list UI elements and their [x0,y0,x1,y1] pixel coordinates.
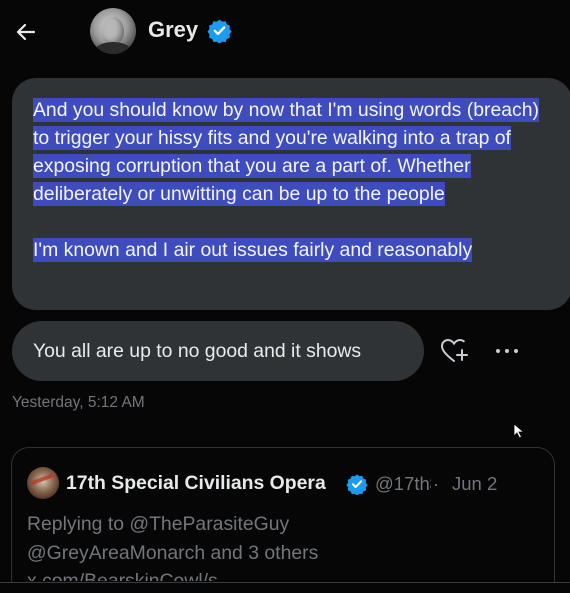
avatar[interactable] [90,8,136,54]
quoted-post-date[interactable]: Jun 2 [452,473,497,495]
meta-separator: · [433,473,440,494]
message-text: You all are up to no good and it shows [33,339,362,362]
message-timestamp: Yesterday, 5:12 AM [12,394,145,411]
replying-to-line: @GreyAreaMonarch and 3 others [27,542,319,564]
quoted-author-avatar[interactable] [27,467,59,499]
bottom-edge [0,582,570,593]
replying-to-text: Replying to @TheParasiteGuy @GreyAreaMon… [27,510,318,568]
message-paragraph: And you should know by now that I'm usin… [33,98,539,206]
verified-badge-icon [207,19,232,43]
verified-badge-icon [346,474,368,495]
more-dots-icon[interactable] [494,344,520,358]
message-paragraph: I'm known and I air out issues fairly an… [33,238,473,262]
conversation-display-name[interactable]: Grey [148,17,198,43]
replying-to-line: Replying to @TheParasiteGuy [27,513,290,535]
message-bubble-received[interactable]: You all are up to no good and it shows [12,321,424,381]
back-button[interactable] [12,18,40,46]
arrow-left-icon [16,23,36,41]
quoted-post-link[interactable]: x.com/BearskinCowl/s... [27,567,387,581]
message-text-selected[interactable]: And you should know by now that I'm usin… [33,96,539,264]
mouse-cursor-icon [513,423,525,439]
quoted-author-name[interactable]: 17th Special Civilians Opera [66,472,345,495]
bottom-divider [0,582,570,583]
heart-plus-icon[interactable] [440,338,470,364]
conversation-header: Grey [0,0,570,64]
quoted-author-handle[interactable]: @17th$ [375,473,431,495]
dm-conversation-screen: Grey And you should know by now that I'm… [0,0,570,593]
